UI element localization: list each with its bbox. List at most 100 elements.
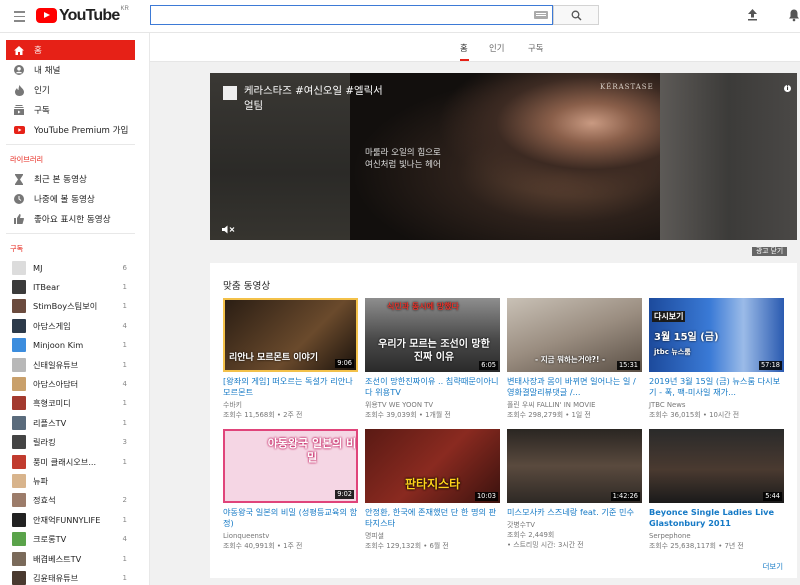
video-thumbnail[interactable]: - 지금 뭐하는거야?! - 15:31 [507,298,642,372]
subscription-item[interactable]: ITBear 1 [0,277,149,296]
video-meta: 조회수 298,279회 • 1일 전 [507,411,591,419]
subscription-item[interactable]: 아담스게임 4 [0,316,149,335]
duration-badge: 1:42:26 [610,492,640,501]
video-meta: 조회수 36,015회 • 10시간 전 [649,411,740,419]
subscription-item[interactable]: 흑형코미디 1 [0,394,149,413]
new-video-count: 1 [122,573,127,582]
video-card[interactable]: 야동왕국 일본의 비밀 9:02 야동왕국 일본의 비밀 (성평등교육의 함정)… [223,429,358,551]
keyboard-icon[interactable] [534,11,548,19]
subscription-name: 뉴파 [33,475,49,486]
video-title[interactable]: 조선이 망한진짜이유 .. 침략때문이아니다 위용TV [365,376,500,398]
duration-badge: 57:18 [758,361,782,370]
channel-name[interactable]: 폴린 우씨 FALLIN' IN MOVIE [507,400,642,410]
video-meta: 조회수 129,132회 • 6월 전 [365,542,449,550]
video-title[interactable]: 미스모사카 스즈네랑 feat. 기준 민수 [507,507,642,518]
ad-banner[interactable]: 케라스타즈 #여신오일 #엘릭서얼팀 마룰라 오일의 힘으로 여신처럼 빛나는 … [210,73,797,240]
subscription-item[interactable]: 아담스아담터 4 [0,374,149,393]
channel-avatar [12,435,26,450]
tab-home[interactable]: 홈 [460,42,468,54]
video-thumbnail[interactable]: 5:44 [649,429,784,503]
sidebar-item-watch-later[interactable]: 나중에 볼 동영상 [6,189,135,209]
sidebar-item-label: 좋아요 표시한 동영상 [34,215,111,225]
subscription-item[interactable]: 크로롱TV 4 [0,529,149,548]
subscription-item[interactable]: StimBoy스팀보이 1 [0,297,149,316]
thumbnail-text: 식민과 동시에 망했다 [387,302,459,311]
new-video-count: 6 [122,263,127,272]
channel-avatar [12,338,26,353]
info-icon[interactable]: i [784,85,791,92]
video-meta: 조회수 2,449회 [507,531,555,539]
thumbnail-text: 리안나 모르몬트 이야기 [229,353,319,363]
channel-name[interactable]: 명피셜 [365,531,500,541]
close-ad-button[interactable]: 광고 닫기 [752,247,788,256]
channel-avatar [12,396,26,411]
video-thumbnail[interactable]: 야동왕국 일본의 비밀 9:02 [223,429,358,503]
channel-avatar [12,357,26,372]
new-video-count: 3 [122,438,127,447]
channel-name[interactable]: Serpephone [649,531,784,541]
channel-name[interactable]: 위용TV WE YOON TV [365,400,500,410]
youtube-logo[interactable]: YouTube KR [36,6,129,24]
subscription-item[interactable]: 정효석 2 [0,491,149,510]
video-thumbnail[interactable]: 1:42:26 [507,429,642,503]
sidebar-item-trending[interactable]: 인기 [6,80,135,100]
subscription-item[interactable]: 뉴파 [0,471,149,490]
subscription-name: Minjoon Kim [33,340,84,351]
subscription-item[interactable]: 김윤태유튜브 1 [0,568,149,585]
video-card[interactable]: 식민과 동시에 망했다 우리가 모르는 조선이 망한 진짜 이유 6:05 조선… [365,298,500,420]
video-thumbnail[interactable]: 리안나 모르몬트 이야기 9:06 [223,298,358,372]
ad-title[interactable]: 케라스타즈 #여신오일 #엘릭서얼팀 [244,84,384,114]
channel-name[interactable]: 수바키 [223,400,358,410]
tab-subscriptions[interactable]: 구독 [528,42,543,54]
sidebar-item-history[interactable]: 최근 본 동영상 [6,169,135,189]
sidebar-item-liked[interactable]: 좋아요 표시한 동영상 [6,209,135,229]
sidebar-item-subscriptions[interactable]: 구독 [6,100,135,120]
video-card[interactable]: 리안나 모르몬트 이야기 9:06 [왕좌의 게임] 떠오르는 독설가 리안나 … [223,298,358,420]
sidebar-item-premium[interactable]: YouTube Premium 가입 [6,120,135,140]
video-card[interactable]: 판타지스타 10:03 안정환, 한국에 존재했던 단 한 명의 판타지스타 명… [365,429,500,551]
channel-name[interactable]: Lionqueenstv [223,531,358,541]
sidebar-item-my-channel[interactable]: 내 채널 [6,60,135,80]
video-thumbnail[interactable]: 식민과 동시에 망했다 우리가 모르는 조선이 망한 진짜 이유 6:05 [365,298,500,372]
video-title[interactable]: 2019년 3월 15일 (금) 뉴스룸 다시보기 - 폭, 팩-미사일 재가.… [649,376,784,398]
logo-text: YouTube [59,7,120,24]
channel-name[interactable]: 갓병수TV [507,520,642,530]
bell-icon[interactable] [788,8,800,22]
sidebar-item-home[interactable]: 홈 [6,40,135,60]
video-card[interactable]: 5:44 Beyonce Single Ladies Live Glastonb… [649,429,784,551]
more-button[interactable]: 더보기 [763,561,783,572]
channel-name[interactable]: JTBC News [649,400,784,410]
sidebar-item-label: 인기 [34,86,50,96]
subscription-item[interactable]: 풍미 클래시오브... 1 [0,452,149,471]
channel-avatar [12,551,26,566]
search-input[interactable] [150,5,553,25]
video-title[interactable]: 변태사장과 몸이 바뀌면 일어나는 일 / 영화결말리뷰댓글 /... [507,376,642,398]
video-title[interactable]: Beyonce Single Ladies Live Glastonbury 2… [649,507,784,529]
search-button[interactable] [553,5,599,25]
video-thumbnail[interactable]: 판타지스타 10:03 [365,429,500,503]
menu-icon[interactable] [14,11,25,25]
video-card[interactable]: 1:42:26 미스모사카 스즈네랑 feat. 기준 민수 갓병수TV 조회수… [507,429,642,550]
sidebar-item-label: 구독 [34,106,50,116]
subscription-item[interactable]: MJ 6 [0,258,149,277]
subscription-item[interactable]: 안재억FUNNYLIFE 1 [0,510,149,529]
video-title[interactable]: [왕좌의 게임] 떠오르는 독설가 리안나 모르몬트 [223,376,358,398]
subscription-item[interactable]: 신태일유튜브 1 [0,355,149,374]
subscription-item[interactable]: 릴라킹 3 [0,433,149,452]
video-card[interactable]: 다시보기 3월 15일 (금) jtbc 뉴스룸 57:18 2019년 3월 … [649,298,784,420]
thumbnail-brand: jtbc 뉴스룸 [654,348,691,356]
video-thumbnail[interactable]: 다시보기 3월 15일 (금) jtbc 뉴스룸 57:18 [649,298,784,372]
subscription-name: 김윤태유튜브 [33,572,79,583]
new-video-count: 1 [122,554,127,563]
mute-icon[interactable] [222,225,236,234]
video-title[interactable]: 안정환, 한국에 존재했던 단 한 명의 판타지스타 [365,507,500,529]
subscription-name: StimBoy스팀보이 [33,301,98,312]
upload-icon[interactable] [746,8,759,21]
subscription-item[interactable]: 배겹베스트TV 1 [0,549,149,568]
tab-trending[interactable]: 인기 [489,42,504,54]
video-card[interactable]: - 지금 뭐하는거야?! - 15:31 변태사장과 몸이 바뀌면 일어나는 일… [507,298,642,420]
subscription-item[interactable]: Minjoon Kim 1 [0,336,149,355]
video-title[interactable]: 야동왕국 일본의 비밀 (성평등교육의 함정) [223,507,358,529]
subscription-item[interactable]: 리플스TV 1 [0,413,149,432]
advertiser-logo[interactable] [223,86,237,100]
